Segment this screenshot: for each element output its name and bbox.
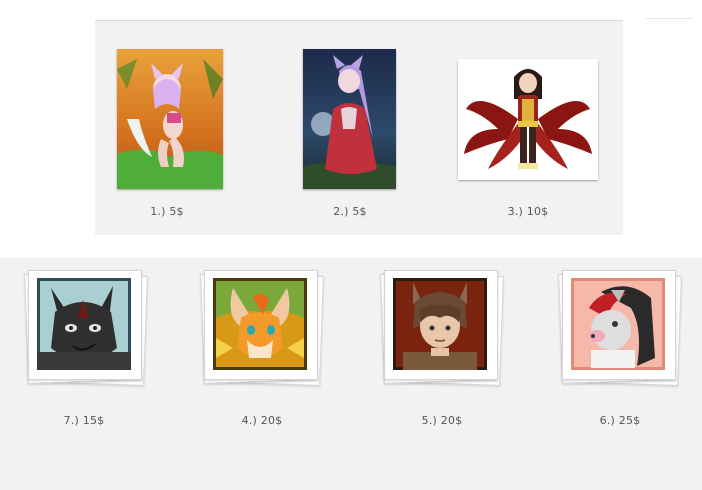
anime-fox-girl-artwork-icon — [303, 49, 396, 189]
icon-card-4[interactable] — [200, 270, 324, 386]
icon-card-5[interactable] — [380, 270, 504, 386]
artwork-thumbnail-2[interactable] — [303, 49, 396, 189]
price-label-2: 2.) 5$ — [333, 205, 367, 218]
price-label-6: 6.) 25$ — [599, 414, 641, 427]
orange-fox-icon — [213, 278, 307, 370]
orange-fox-artwork — [213, 278, 307, 370]
brown-hair-boy-artwork — [393, 278, 487, 370]
red-hair-creature-artwork — [571, 278, 665, 370]
brown-hair-boy-icon — [393, 278, 487, 370]
icon-card-7[interactable] — [24, 270, 148, 386]
price-label-5: 5.) 20$ — [421, 414, 463, 427]
black-wolf-icon — [37, 278, 131, 370]
nine-tailed-fox-artwork-icon — [458, 59, 598, 180]
artwork-thumbnail-1[interactable] — [117, 49, 223, 189]
price-label-3: 3.) 10$ — [507, 205, 549, 218]
artwork-thumbnail-3[interactable] — [458, 59, 598, 180]
icon-card-6[interactable] — [558, 270, 682, 386]
black-wolf-artwork — [37, 278, 131, 370]
anime-cat-girl-artwork-icon — [117, 49, 223, 189]
price-label-7: 7.) 15$ — [63, 414, 105, 427]
price-label-1: 1.) 5$ — [150, 205, 184, 218]
red-hair-creature-icon — [571, 278, 665, 370]
divider-line — [645, 18, 693, 19]
price-label-4: 4.) 20$ — [241, 414, 283, 427]
